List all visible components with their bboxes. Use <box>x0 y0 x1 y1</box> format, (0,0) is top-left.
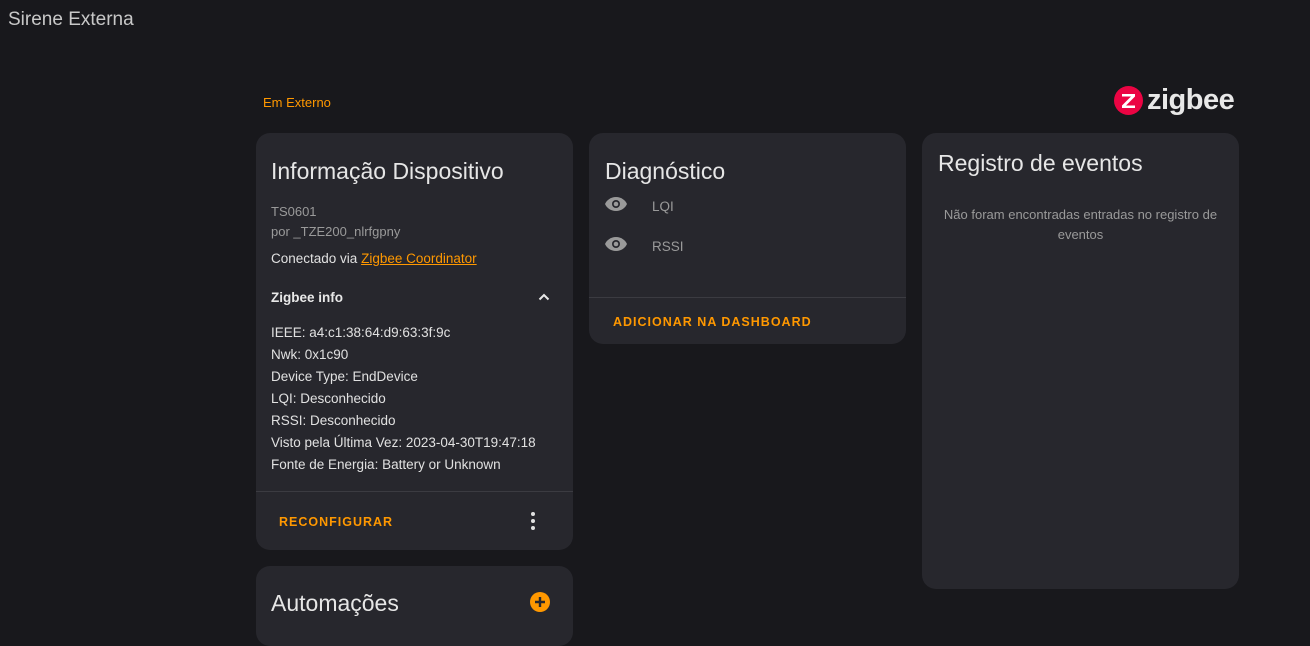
info-ieee: IEEE: a4:c1:38:64:d9:63:3f:9c <box>271 325 451 340</box>
info-rssi: RSSI: Desconhecido <box>271 413 396 428</box>
zigbee-wordmark: zigbee <box>1147 84 1235 116</box>
device-info-card: Informação Dispositivo TS0601 por _TZE20… <box>256 133 573 550</box>
automations-card: Automações <box>256 566 573 646</box>
top-app-bar: Sirene Externa <box>0 0 1310 44</box>
more-vert-icon[interactable] <box>524 511 542 536</box>
page-title: Sirene Externa <box>8 9 134 30</box>
device-manufacturer: por _TZE200_nlrfgpny <box>271 224 401 239</box>
area-link[interactable]: Em Externo <box>263 95 331 110</box>
connected-via: Conectado via Zigbee Coordinator <box>271 251 477 266</box>
diagnostic-entity-lqi[interactable]: LQI <box>604 196 674 217</box>
device-info-title: Informação Dispositivo <box>271 158 504 184</box>
eye-icon <box>604 196 628 217</box>
automations-title: Automações <box>271 590 399 616</box>
eye-icon <box>604 236 628 257</box>
diagnostics-card: Diagnóstico LQI RSSI ADICIONAR NA DASHBO… <box>589 133 906 344</box>
zigbee-logo: zigbee <box>1114 84 1235 116</box>
logbook-card: Registro de eventos Não foram encontrada… <box>922 133 1239 589</box>
diagnostic-label-rssi: RSSI <box>652 239 684 254</box>
zigbee-info-expander[interactable]: Zigbee info <box>256 281 573 313</box>
chevron-up-icon[interactable] <box>537 290 551 309</box>
add-automation-icon[interactable] <box>529 591 551 618</box>
add-to-dashboard-button[interactable]: ADICIONAR NA DASHBOARD <box>613 315 812 329</box>
card-divider <box>256 491 573 492</box>
zigbee-mark-icon <box>1114 86 1143 115</box>
logbook-title: Registro de eventos <box>938 150 1143 176</box>
diagnostics-title: Diagnóstico <box>605 158 726 184</box>
zigbee-coordinator-link[interactable]: Zigbee Coordinator <box>361 251 477 266</box>
diagnostic-entity-rssi[interactable]: RSSI <box>604 236 684 257</box>
card-divider <box>589 297 906 298</box>
info-last-seen: Visto pela Última Vez: 2023-04-30T19:47:… <box>271 435 536 450</box>
diagnostic-label-lqi: LQI <box>652 199 674 214</box>
zigbee-info-heading: Zigbee info <box>271 290 343 305</box>
device-model: TS0601 <box>271 204 317 219</box>
logbook-empty-message: Não foram encontradas entradas no regist… <box>943 207 1218 242</box>
reconfigure-button[interactable]: RECONFIGURAR <box>279 515 393 529</box>
info-device-type: Device Type: EndDevice <box>271 369 418 384</box>
info-lqi: LQI: Desconhecido <box>271 391 386 406</box>
connected-via-label: Conectado via <box>271 251 358 266</box>
info-power-source: Fonte de Energia: Battery or Unknown <box>271 457 501 472</box>
info-nwk: Nwk: 0x1c90 <box>271 347 349 362</box>
